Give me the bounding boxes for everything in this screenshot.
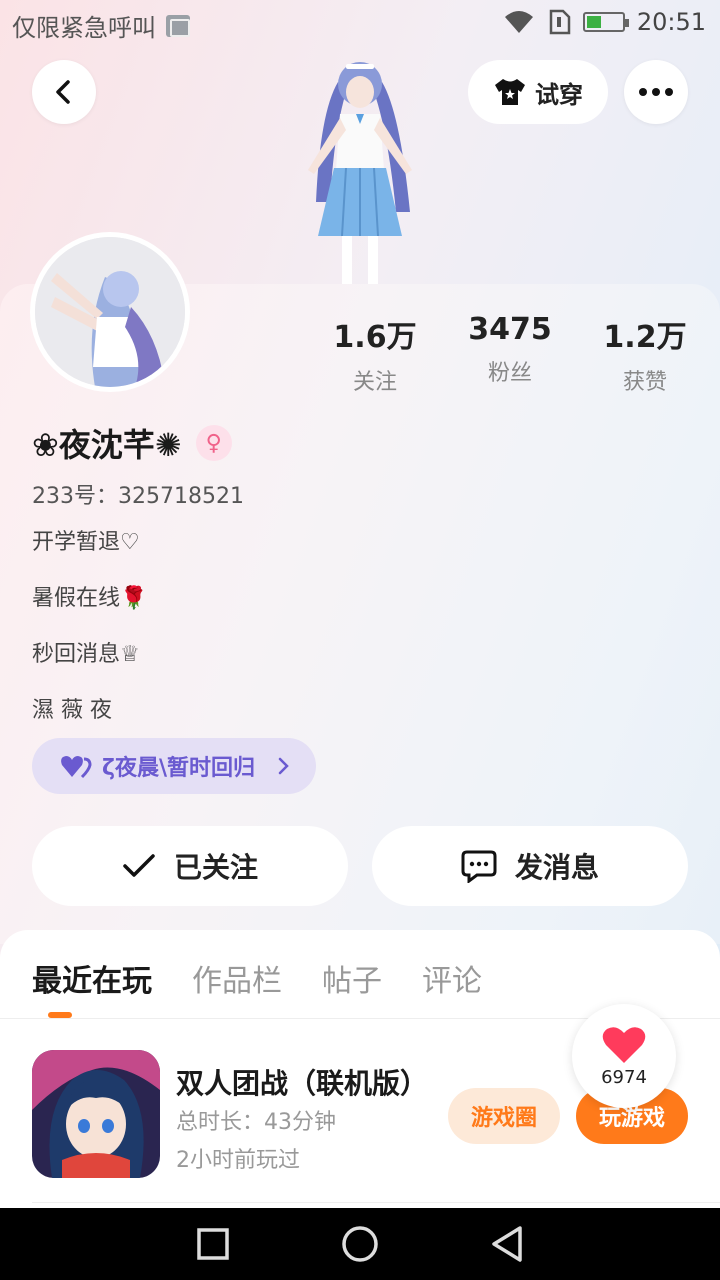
like-count: 6974 [601, 1066, 647, 1088]
back-nav-icon[interactable] [490, 1225, 524, 1263]
send-message-button[interactable]: 发消息 [372, 826, 688, 906]
nickname-text: ❀夜沈芊✺ [32, 426, 182, 464]
try-on-button[interactable]: 试穿 [468, 60, 608, 124]
clock: 20:51 [636, 8, 706, 36]
stat-likes[interactable]: 1.2万 获赞 [590, 312, 700, 396]
game-last-played: 2小时前玩过 [176, 1148, 300, 1173]
user-id[interactable]: 233号：325718521 [32, 478, 244, 510]
more-options-button[interactable] [624, 60, 688, 124]
stat-followers[interactable]: 3475 粉丝 [455, 312, 565, 396]
send-message-label: 发消息 [514, 851, 599, 884]
bio-line: 濕 薇 夜 [32, 698, 112, 723]
user-nickname: ❀夜沈芊✺ ♀ [32, 420, 232, 466]
group-link[interactable]: ζ夜晨\暂时回归 [32, 738, 316, 794]
avatar[interactable] [30, 232, 190, 392]
following-label: 已关注 [173, 851, 258, 884]
heart-icon [602, 1026, 646, 1063]
row-divider [32, 1202, 720, 1203]
group-name: ζ夜晨\暂时回归 [102, 756, 256, 781]
game-icon[interactable] [32, 1050, 160, 1178]
stat-following[interactable]: 1.6万 关注 [320, 312, 430, 396]
tab-recently-played[interactable]: 最近在玩 [32, 956, 152, 1000]
game-duration: 总时长：43分钟 [176, 1110, 336, 1135]
back-button[interactable] [32, 60, 96, 124]
chat-bubble-icon [461, 850, 497, 883]
profile-stats: 1.6万 关注 3475 粉丝 1.2万 获赞 [320, 312, 700, 396]
game-title: 双人团战（联机版） [176, 1067, 429, 1100]
image-notification-icon [166, 14, 190, 37]
bio-line: 开学暂退♡ [32, 530, 140, 555]
home-icon[interactable] [341, 1225, 379, 1263]
chevron-left-icon [56, 80, 70, 104]
try-on-label: 试穿 [535, 80, 583, 109]
more-dots-icon [639, 88, 673, 96]
avatar-image [35, 237, 185, 387]
bio-line: 暑假在线🌹 [32, 586, 148, 611]
game-circle-button[interactable]: 游戏圈 [448, 1088, 560, 1144]
avatar-character-illustration[interactable] [290, 52, 430, 284]
check-icon [123, 854, 155, 877]
shirt-icon [495, 79, 525, 105]
tab-comments[interactable]: 评论 [422, 956, 482, 1000]
profile-tabs: 最近在玩 作品栏 帖子 评论 [32, 956, 482, 1000]
battery-icon [582, 12, 629, 32]
carrier-text: 仅限紧急呼叫 [12, 14, 156, 42]
recent-apps-icon[interactable] [196, 1227, 230, 1261]
game-cover-image [32, 1050, 160, 1178]
wifi-icon [504, 11, 533, 33]
tab-posts[interactable]: 帖子 [322, 956, 382, 1000]
female-gender-icon: ♀ [195, 425, 232, 461]
chevron-right-icon [278, 757, 289, 775]
heart-pair-icon [61, 756, 92, 779]
like-button[interactable]: 6974 [572, 1004, 676, 1108]
following-button[interactable]: 已关注 [32, 826, 348, 906]
system-navigation-bar [0, 1208, 720, 1280]
bio-line: 秒回消息♕ [32, 642, 140, 667]
tab-works[interactable]: 作品栏 [192, 956, 282, 1000]
sim-icon [549, 9, 571, 35]
status-bar: 仅限紧急呼叫 20:51 [0, 0, 720, 50]
